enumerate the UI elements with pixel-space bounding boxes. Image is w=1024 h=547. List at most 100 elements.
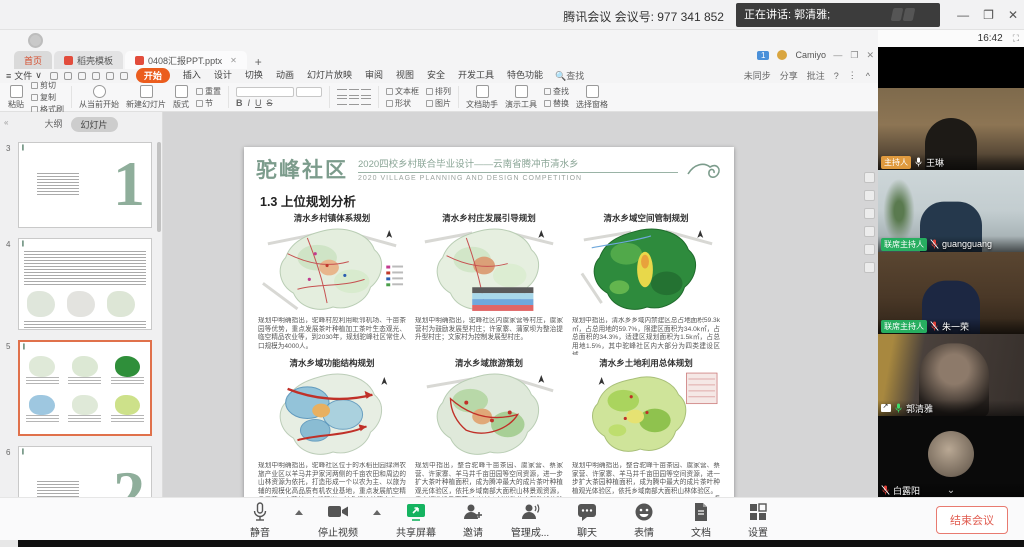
chat-bubble-icon [576, 502, 598, 522]
participant-video-zhuyirong[interactable]: 联席主持人 朱一荣 [878, 252, 1024, 334]
menu-design[interactable]: 设计 [214, 68, 232, 83]
tab-document[interactable]: 0408汇报PPT.pptx✕ [125, 51, 247, 69]
tab-outline[interactable]: 大纲 [44, 117, 62, 132]
section-button[interactable]: 节 [196, 98, 221, 109]
menu-devtools[interactable]: 开发工具 [458, 68, 494, 83]
share-action[interactable]: 分享 [780, 69, 798, 82]
settings-button[interactable]: 设置 [736, 502, 780, 539]
selection-pane-button[interactable]: 选择窗格 [576, 85, 608, 110]
sync-status[interactable]: 未同步 [744, 69, 771, 82]
tab-slides[interactable]: 幻灯片 [71, 117, 118, 132]
north-arrow-icon [386, 230, 392, 238]
play-from-current-button[interactable]: 从当前开始 [79, 85, 119, 110]
slide-thumb-6[interactable]: 6 ▌ 2 [6, 446, 152, 497]
menu-insert[interactable]: 插入 [183, 68, 201, 83]
end-meeting-button[interactable]: 结束会议 [936, 506, 1008, 534]
menu-features[interactable]: 特色功能 [507, 68, 543, 83]
shapes-button[interactable]: 形状 [386, 98, 419, 109]
doc-assistant-button[interactable]: 文档助手 [466, 85, 498, 110]
close-icon[interactable]: ✕ [1008, 8, 1018, 22]
chat-button[interactable]: 聊天 [565, 502, 609, 539]
menu-transition[interactable]: 切换 [245, 68, 263, 83]
underline-button[interactable]: U [255, 98, 262, 108]
participant-video-guangguang[interactable]: 联席主持人 guangguang [878, 170, 1024, 252]
wps-minimize-icon[interactable]: — [833, 50, 842, 61]
panel-collapse-icon[interactable]: « [4, 118, 8, 127]
wps-shared-window: 首页 稻壳模板 0408汇报PPT.pptx✕ + 1 Camiyo — ❐ ✕… [0, 30, 878, 497]
copy-button[interactable]: 复制 [31, 92, 64, 103]
cloud-swirl-icon [686, 160, 722, 182]
participant-video-guoqingya[interactable]: 郭清雅 [878, 334, 1024, 416]
italic-button[interactable]: I [248, 98, 251, 108]
replace-button[interactable]: 替换 [544, 98, 569, 109]
bold-button[interactable]: B [236, 98, 243, 108]
new-slide-button[interactable]: 新建幻灯片 [126, 85, 166, 110]
strike-button[interactable]: S [267, 98, 273, 108]
chevron-down-icon[interactable]: ⌄ [947, 485, 955, 496]
map-function-structure [258, 368, 406, 461]
slide-thumb-5-current[interactable]: 5 ▌ [6, 340, 152, 436]
help-icon[interactable]: ? [834, 71, 839, 81]
comment-action[interactable]: 批注 [807, 69, 825, 82]
font-name-box[interactable] [236, 87, 294, 97]
slide-thumb-4[interactable]: 4 ▌ [6, 238, 152, 330]
emoji-button[interactable]: 表情 [622, 502, 666, 539]
wps-close-icon[interactable]: ✕ [866, 50, 874, 61]
slide-thumb-3[interactable]: 3 ▌ 1 [6, 142, 152, 228]
picture-button[interactable]: 图片 [426, 98, 451, 109]
smiley-icon [634, 502, 654, 522]
expand-panel-icon[interactable]: ⛶ [1013, 33, 1018, 44]
more-icon[interactable]: ⋮ [848, 70, 857, 81]
cut-button[interactable]: 剪切 [31, 80, 64, 91]
collapse-ribbon-icon[interactable]: ^ [866, 71, 870, 81]
mic-muted-icon [930, 320, 939, 332]
menu-slideshow[interactable]: 幻灯片放映 [307, 68, 352, 83]
participant-name: 王琳 [926, 156, 944, 169]
share-screen-button[interactable]: 共享屏幕 [394, 502, 438, 539]
mute-options-caret[interactable] [295, 510, 303, 515]
tab-home[interactable]: 首页 [14, 51, 52, 69]
manage-members-icon [519, 502, 541, 522]
layout-button[interactable]: 版式 [173, 85, 189, 110]
user-name[interactable]: Camiyo [795, 50, 826, 60]
restore-icon[interactable]: ❐ [983, 8, 994, 22]
quick-access-icons[interactable] [50, 72, 128, 80]
menu-view[interactable]: 视图 [396, 68, 414, 83]
user-avatar[interactable] [777, 50, 787, 60]
mic-icon [251, 502, 269, 522]
north-arrow-icon [599, 377, 605, 385]
participant-video-bailuyang[interactable]: 白露阳 ⌄ [878, 416, 1024, 498]
menu-review[interactable]: 审阅 [365, 68, 383, 83]
taskbar-strip [0, 540, 1024, 547]
find-button[interactable]: 查找 [544, 86, 569, 97]
stop-video-button[interactable]: 停止视频 [316, 502, 360, 539]
tab-close-icon[interactable]: ✕ [230, 56, 237, 65]
wps-restore-icon[interactable]: ❐ [850, 50, 858, 61]
text-box-button[interactable]: 文本框 [386, 86, 419, 97]
find-menu[interactable]: 🔍查找 [555, 69, 584, 82]
current-slide[interactable]: 驼峰社区 2020四校乡村联合毕业设计——云南省腾冲市清水乡 2020 VILL… [244, 147, 734, 517]
mute-button[interactable]: 静音 [238, 502, 282, 539]
tab-docer[interactable]: 稻壳模板 [54, 51, 123, 69]
video-options-caret[interactable] [373, 510, 381, 515]
panel-scrollbar[interactable] [157, 142, 161, 232]
arrange-button[interactable]: 排列 [426, 86, 451, 97]
north-arrow-icon [538, 230, 544, 238]
menu-security[interactable]: 安全 [427, 68, 445, 83]
present-tools-button[interactable]: 演示工具 [505, 85, 537, 110]
menu-animation[interactable]: 动画 [276, 68, 294, 83]
minimize-icon[interactable]: — [957, 8, 969, 22]
canvas-side-tools[interactable] [864, 172, 875, 273]
invite-button[interactable]: 邀请 [451, 502, 495, 539]
participant-video-wanglin[interactable]: 主持人 王琳 [878, 88, 1024, 170]
reset-button[interactable]: 重置 [196, 86, 221, 97]
paragraph-align-buttons[interactable] [337, 89, 371, 105]
paste-button[interactable]: 粘贴 [8, 85, 24, 110]
manage-members-button[interactable]: 管理成... [508, 502, 552, 539]
new-tab-button[interactable]: + [255, 55, 262, 69]
docs-button[interactable]: 文档 [679, 502, 723, 539]
notification-badge[interactable]: 1 [757, 51, 769, 60]
mic-muted-icon [930, 238, 939, 250]
font-size-box[interactable] [296, 87, 322, 97]
menu-start[interactable]: 开始 [136, 68, 170, 83]
